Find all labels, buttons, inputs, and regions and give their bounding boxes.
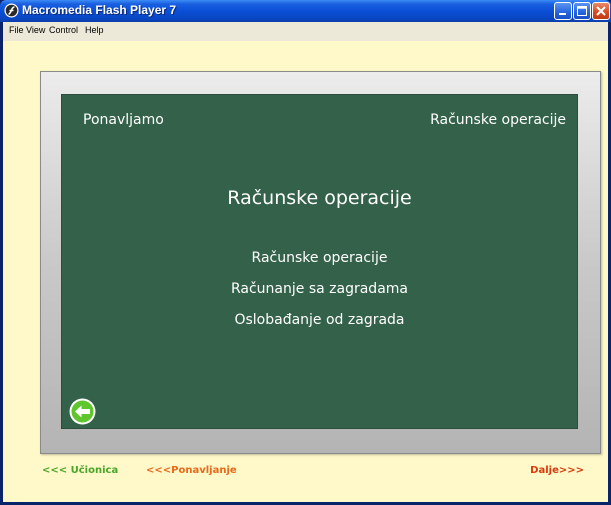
board-frame: Ponavljamo Računske operacije Računske o… <box>40 71 601 454</box>
window-title: Macromedia Flash Player 7 <box>22 3 177 17</box>
back-button[interactable] <box>69 398 96 425</box>
flash-content-area: Ponavljamo Računske operacije Računske o… <box>3 41 608 502</box>
flash-player-window: Macromedia Flash Player 7 File View Cont… <box>0 0 611 505</box>
menu-bar: File View Control Help <box>3 22 608 41</box>
chalkboard: Ponavljamo Računske operacije Računske o… <box>61 94 578 429</box>
link-oslobadanje-od-zagrada[interactable]: Oslobađanje od zagrada <box>62 312 577 328</box>
nav-ucionica-link[interactable]: <<< Učionica <box>42 465 118 476</box>
nav-ponavljanje-link[interactable]: <<<Ponavljanje <box>146 465 237 476</box>
maximize-icon <box>577 6 587 16</box>
minimize-button[interactable] <box>554 2 572 20</box>
minimize-icon <box>559 13 566 15</box>
topic-label: Računske operacije <box>430 112 566 128</box>
title-bar[interactable]: Macromedia Flash Player 7 <box>0 0 611 22</box>
menu-file[interactable]: File <box>9 25 24 35</box>
maximize-button[interactable] <box>573 2 591 20</box>
close-icon <box>596 6 606 16</box>
arrow-left-circle-icon <box>69 398 96 425</box>
flash-player-icon[interactable] <box>4 3 19 18</box>
menu-control[interactable]: Control <box>49 25 78 35</box>
board-heading: Računske operacije <box>227 187 412 209</box>
nav-dalje-link[interactable]: Dalje>>> <box>530 465 584 476</box>
menu-view[interactable]: View <box>26 25 45 35</box>
menu-help[interactable]: Help <box>85 25 104 35</box>
close-button[interactable] <box>592 2 610 20</box>
section-label: Ponavljamo <box>83 112 164 128</box>
link-racunske-operacije[interactable]: Računske operacije <box>62 250 577 266</box>
link-racunanje-sa-zagradama[interactable]: Računanje sa zagradama <box>62 281 577 297</box>
